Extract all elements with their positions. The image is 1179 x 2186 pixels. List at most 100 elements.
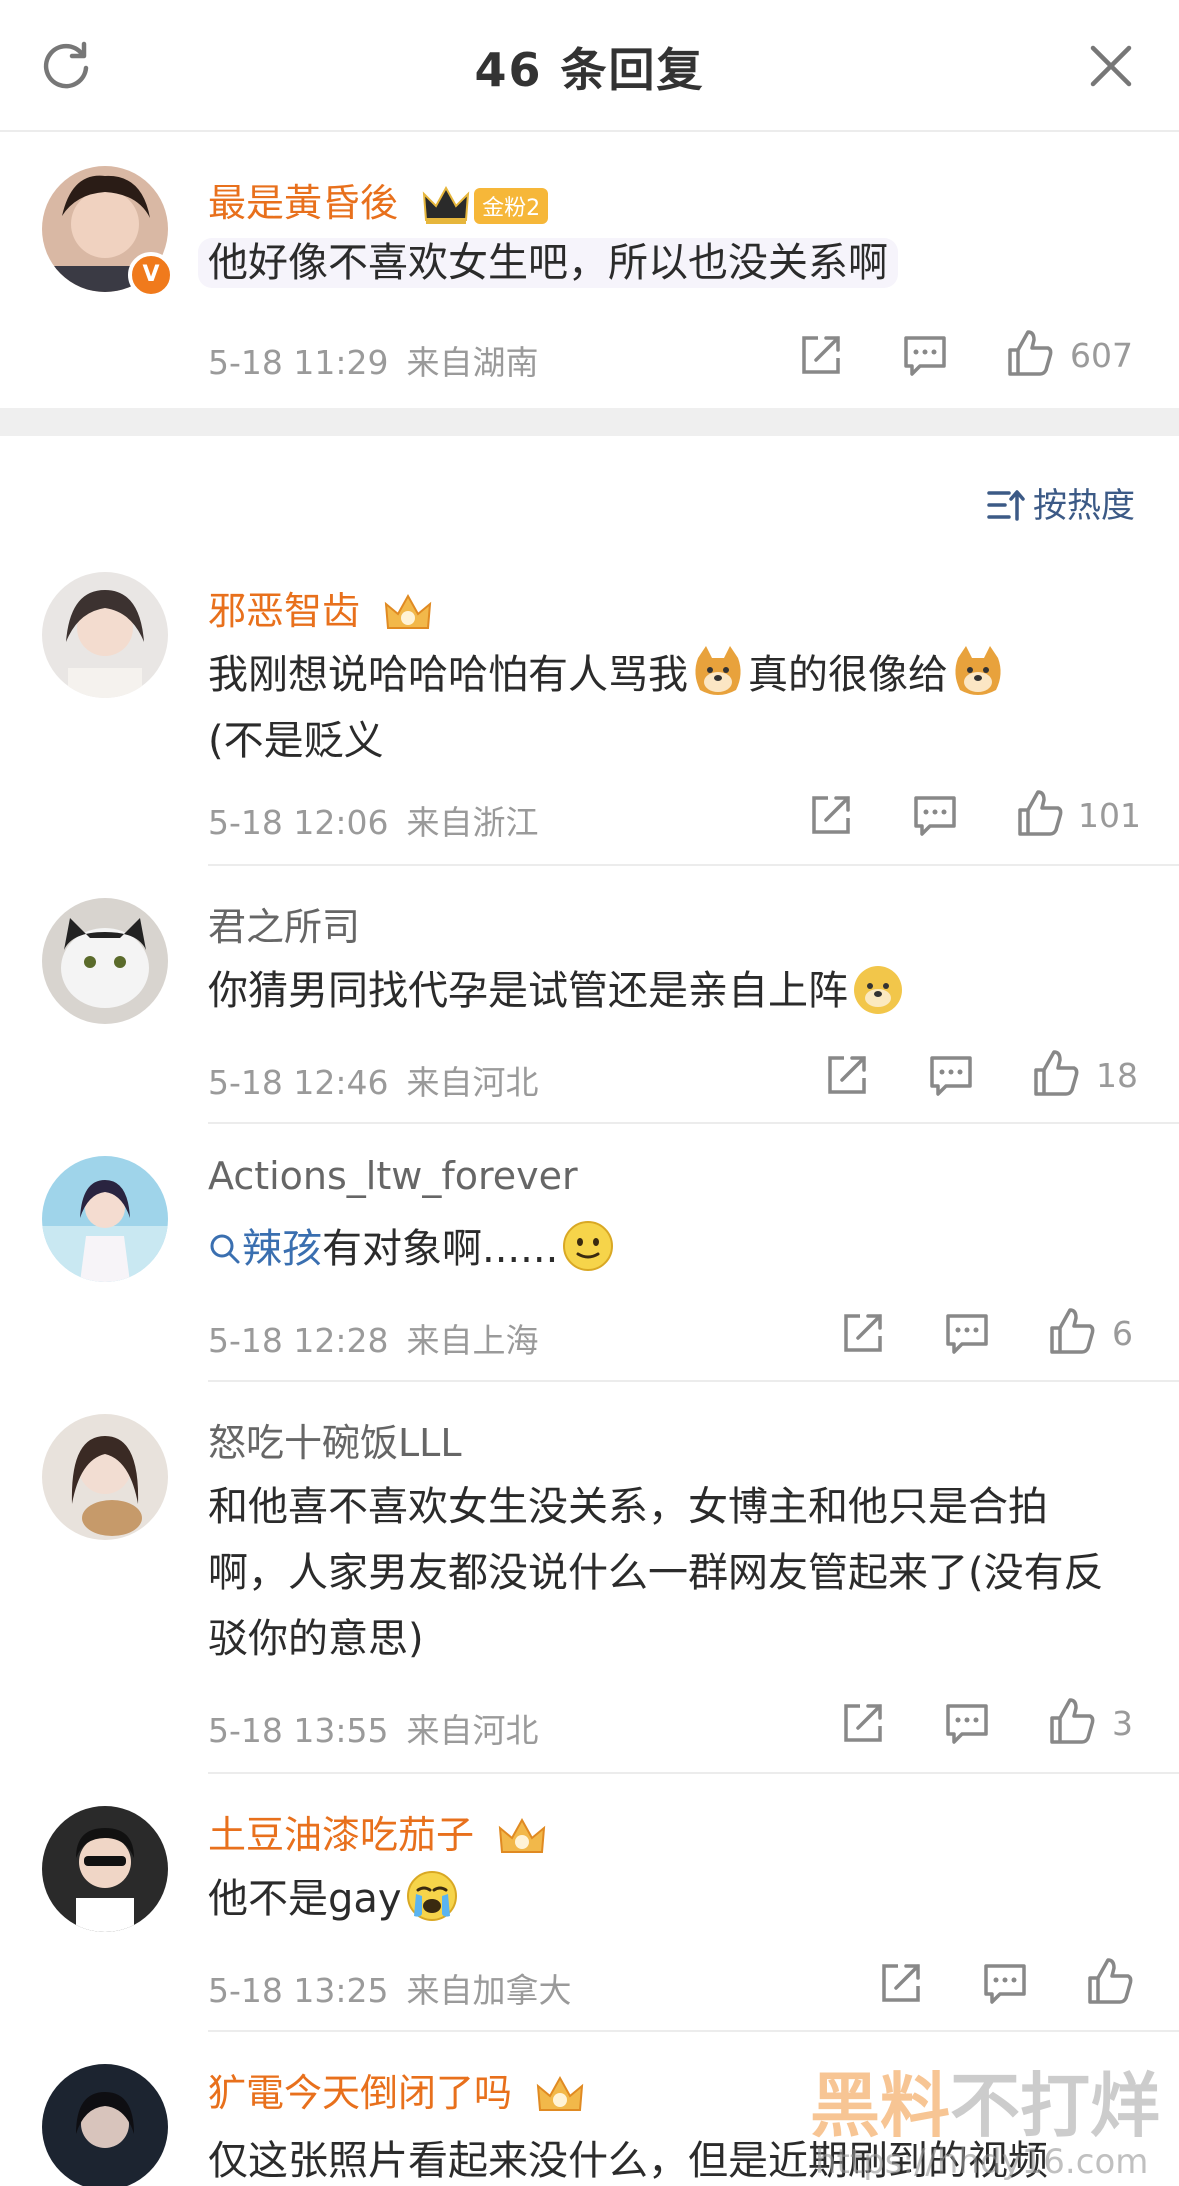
text-segment: 有对象啊......	[322, 1226, 559, 1272]
replies-sheet: 46 条回复 V 最是黃昏後 金粉2 他好像不喜欢女生吧，所以也没关系啊 5-1…	[0, 0, 1179, 2186]
top-bar: 46 条回复	[0, 0, 1179, 132]
comment-meta: 5-18 13:25 来自加拿大	[208, 1964, 572, 2012]
username[interactable]: 邪恶智齿	[208, 580, 434, 636]
comment-icon[interactable]	[900, 330, 950, 380]
doge-emoji-icon	[695, 646, 741, 695]
comment-date: 5-18 12:46	[208, 1063, 389, 1102]
comment-location: 来自河北	[406, 1063, 539, 1102]
reply-item: 土豆油漆吃茄子 他不是gay 5-18 13:25 来自加拿大	[0, 1774, 1179, 2032]
text-segment: 真的很像给	[748, 652, 948, 698]
like-icon[interactable]	[1004, 328, 1054, 378]
watermark-brand: 不打烊	[950, 2065, 1160, 2147]
comment-text: 和他喜不喜欢女生没关系，女博主和他只是合拍啊，人家男友都没说什么一群网友管起来了…	[208, 1474, 1118, 1672]
share-icon[interactable]	[796, 330, 846, 380]
like-icon[interactable]	[1046, 1696, 1096, 1746]
topic-link[interactable]: 辣孩	[242, 1226, 322, 1272]
text-segment: (不是贬义	[208, 718, 384, 764]
like-icon[interactable]	[1014, 788, 1064, 838]
watermark-url: https://hhdy16.com	[815, 2142, 1149, 2182]
like-count: 3	[1112, 1704, 1133, 1743]
comment-location: 来自浙江	[406, 803, 539, 842]
crown-icon	[384, 593, 432, 629]
reply-item: 邪恶智齿 我刚想说哈哈哈怕有人骂我 真的很像给 (不是贬义 5-18 12:06 来…	[0, 550, 1179, 866]
like-count: 101	[1078, 796, 1141, 835]
share-icon[interactable]	[822, 1050, 872, 1100]
page-title: 46 条回复	[474, 43, 705, 97]
avatar[interactable]	[42, 1806, 168, 1932]
crown-icon	[422, 185, 470, 224]
username[interactable]: 土豆油漆吃茄子	[208, 1804, 548, 1860]
comment-text: 我刚想说哈哈哈怕有人骂我 真的很像给 (不是贬义	[208, 642, 1118, 774]
comment-meta: 5-18 12:28 来自上海	[208, 1314, 539, 1362]
comment-text-content: 他好像不喜欢女生吧，所以也没关系啊	[198, 238, 898, 288]
comment-date: 5-18 13:25	[208, 1971, 389, 2010]
username[interactable]: 怒吃十碗饭LLL	[208, 1412, 462, 1467]
text-segment: 你猜男同找代孕是试管还是亲自上阵	[208, 968, 848, 1014]
crown-icon	[536, 2075, 584, 2111]
comment-text: 你猜男同找代孕是试管还是亲自上阵	[208, 958, 1118, 1024]
avatar[interactable]	[42, 1156, 168, 1282]
comment-text: 他好像不喜欢女生吧，所以也没关系啊	[198, 230, 1118, 296]
like-icon[interactable]	[1030, 1048, 1080, 1098]
username-text[interactable]: 怒吃十碗饭LLL	[208, 1421, 462, 1465]
smile-emoji-icon	[563, 1221, 614, 1271]
username-text[interactable]: Actions_ltw_forever	[208, 1154, 578, 1198]
crown-icon	[498, 1817, 546, 1853]
watermark: 黑料不打烊	[810, 2050, 1160, 2151]
reply-item: 君之所司 你猜男同找代孕是试管还是亲自上阵 5-18 12:46 来自河北 18	[0, 866, 1179, 1124]
search-icon	[210, 1234, 240, 1264]
username[interactable]: Actions_ltw_forever	[208, 1154, 578, 1198]
text-segment: 他不是gay	[208, 1876, 402, 1922]
like-icon[interactable]	[1046, 1306, 1096, 1356]
comment-meta: 5-18 13:55 来自河北	[208, 1704, 539, 1752]
avatar[interactable]	[42, 572, 168, 698]
share-icon[interactable]	[876, 1958, 926, 2008]
comment-icon[interactable]	[926, 1050, 976, 1100]
comment-date: 5-18 12:28	[208, 1321, 389, 1360]
sort-label: 按热度	[1033, 486, 1135, 526]
comment-icon[interactable]	[910, 790, 960, 840]
avatar[interactable]	[42, 1414, 168, 1540]
comment-icon[interactable]	[942, 1698, 992, 1748]
comment-icon[interactable]	[980, 1958, 1030, 2008]
comment-icon[interactable]	[942, 1308, 992, 1358]
like-icon[interactable]	[1084, 1956, 1134, 2006]
crying-emoji-icon	[406, 1871, 457, 1921]
username[interactable]: 君之所司	[208, 896, 360, 951]
original-comment: V 最是黃昏後 金粉2 他好像不喜欢女生吧，所以也没关系啊 5-18 11:29…	[0, 130, 1179, 408]
close-icon[interactable]	[1085, 40, 1137, 92]
username[interactable]: 最是黃昏後 金粉2	[208, 172, 549, 228]
reply-item: Actions_ltw_forever 辣孩有对象啊...... 5-18 12…	[0, 1124, 1179, 1382]
share-icon[interactable]	[838, 1698, 888, 1748]
username-text[interactable]: 土豆油漆吃茄子	[208, 1813, 474, 1857]
sort-icon	[987, 490, 1025, 521]
comment-location: 来自湖南	[406, 343, 539, 382]
like-count: 6	[1112, 1314, 1133, 1353]
username-text[interactable]: 犷電今天倒闭了吗	[208, 2071, 512, 2115]
comment-date: 5-18 11:29	[208, 343, 389, 382]
share-icon[interactable]	[806, 790, 856, 840]
username-text[interactable]: 君之所司	[208, 905, 360, 949]
username-text[interactable]: 邪恶智齿	[208, 589, 360, 633]
comment-date: 5-18 13:55	[208, 1711, 389, 1750]
reply-item: 怒吃十碗饭LLL 和他喜不喜欢女生没关系，女博主和他只是合拍啊，人家男友都没说什…	[0, 1382, 1179, 1774]
text-segment: 和他喜不喜欢女生没关系，女博主和他只是合拍啊，人家男友都没说什么一群网友管起来了…	[208, 1484, 1104, 1662]
comment-meta: 5-18 12:46 来自河北	[208, 1056, 539, 1104]
comment-location: 来自河北	[406, 1711, 539, 1750]
sort-by-hot-button[interactable]: 按热度	[987, 478, 1135, 527]
comment-text: 辣孩有对象啊......	[208, 1216, 1118, 1282]
comment-meta: 5-18 11:29 来自湖南	[208, 336, 539, 384]
avatar[interactable]	[42, 898, 168, 1024]
comment-meta: 5-18 12:06 来自浙江	[208, 796, 539, 844]
watermark-brand: 黑料	[810, 2065, 950, 2147]
comment-location: 来自加拿大	[406, 1971, 572, 2010]
like-count: 607	[1070, 336, 1133, 375]
like-count: 18	[1096, 1056, 1138, 1095]
section-divider	[0, 408, 1179, 436]
doge-emoji-icon	[854, 966, 902, 1014]
avatar[interactable]	[42, 2064, 168, 2186]
username[interactable]: 犷電今天倒闭了吗	[208, 2062, 586, 2118]
username-text[interactable]: 最是黃昏後	[208, 181, 398, 225]
share-icon[interactable]	[838, 1308, 888, 1358]
text-segment: 我刚想说哈哈哈怕有人骂我	[208, 652, 688, 698]
